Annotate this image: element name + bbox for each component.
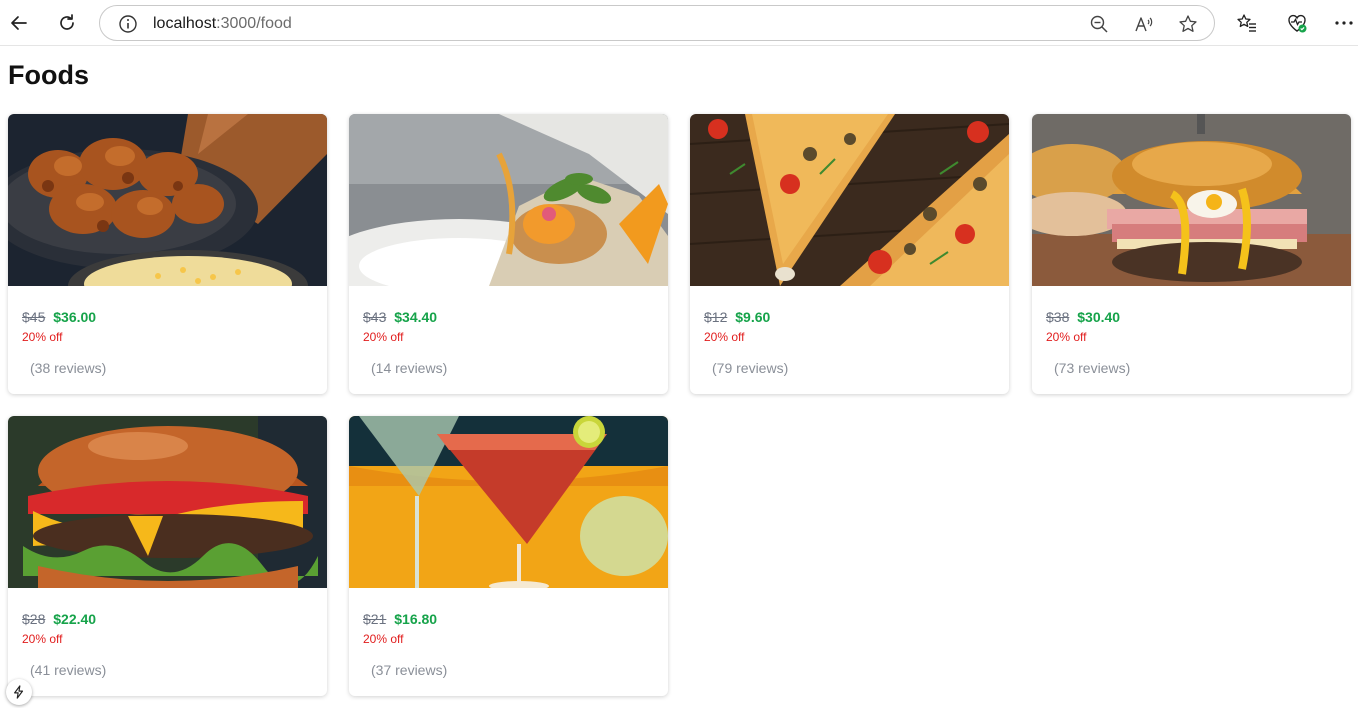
browser-essentials-icon [1288, 14, 1307, 33]
original-price: $12 [704, 309, 728, 325]
food-image-fried-chicken[interactable] [8, 114, 327, 286]
url-text[interactable]: localhost:3000/food [153, 15, 292, 33]
review-count: (14 reviews) [371, 360, 448, 376]
dev-tools-badge[interactable] [6, 679, 32, 705]
food-image-ham-egg-burger[interactable] [1032, 114, 1351, 286]
food-card[interactable]: $28 $22.40 20% off (41 reviews) [8, 416, 327, 696]
more-options-icon [1335, 21, 1353, 25]
sale-price: $34.40 [394, 309, 438, 325]
price-row: $28 $22.40 [22, 611, 96, 627]
price-row: $43 $34.40 [363, 309, 437, 325]
sale-price: $30.40 [1077, 309, 1121, 325]
page-title: Foods [8, 60, 89, 90]
favorites-list-icon [1237, 14, 1256, 32]
sale-price: $16.80 [394, 611, 438, 627]
back-button[interactable] [4, 8, 34, 38]
review-count: (38 reviews) [30, 360, 107, 376]
discount-label: 20% off [22, 330, 63, 344]
discount-label: 20% off [363, 632, 404, 646]
food-image-cocktail[interactable] [349, 416, 668, 588]
sale-price: $9.60 [735, 309, 771, 325]
refresh-icon [60, 14, 74, 30]
discount-label: 20% off [22, 632, 63, 646]
browser-toolbar: localhost:3000/food [0, 0, 1358, 46]
url-host: localhost [153, 15, 217, 32]
review-count: (79 reviews) [712, 360, 789, 376]
original-price: $28 [22, 611, 46, 627]
review-count: (73 reviews) [1054, 360, 1131, 376]
original-price: $38 [1046, 309, 1070, 325]
url-path: :3000/food [216, 15, 292, 32]
zoom-button[interactable] [1088, 13, 1110, 35]
food-card[interactable]: $45 $36.00 20% off (38 reviews) [8, 114, 327, 394]
zoom-out-icon [1090, 15, 1108, 33]
review-count: (41 reviews) [30, 662, 107, 678]
food-card[interactable]: $12 $9.60 20% off (79 reviews) [690, 114, 1009, 394]
discount-label: 20% off [704, 330, 745, 344]
food-image-pizza[interactable] [690, 114, 1009, 286]
original-price: $45 [22, 309, 46, 325]
sale-price: $36.00 [53, 309, 97, 325]
original-price: $43 [363, 309, 387, 325]
add-favorite-button[interactable] [1177, 13, 1199, 35]
favorite-star-icon [1179, 15, 1197, 32]
favorites-button[interactable] [1235, 11, 1259, 35]
browser-essentials-button[interactable] [1285, 11, 1309, 35]
price-row: $38 $30.40 [1046, 309, 1120, 325]
food-card[interactable]: $38 $30.40 20% off (73 reviews) [1032, 114, 1351, 394]
lightning-icon [14, 685, 24, 699]
price-row: $21 $16.80 [363, 611, 437, 627]
food-image-cheeseburger[interactable] [8, 416, 327, 588]
food-image-gourmet-plate[interactable] [349, 114, 668, 286]
address-bar[interactable]: localhost:3000/food [99, 5, 1215, 41]
sale-price: $22.40 [53, 611, 97, 627]
price-row: $45 $36.00 [22, 309, 96, 325]
refresh-button[interactable] [52, 8, 82, 38]
food-card[interactable]: $21 $16.80 20% off (37 reviews) [349, 416, 668, 696]
read-aloud-button[interactable] [1133, 13, 1155, 35]
read-aloud-icon [1135, 17, 1153, 32]
original-price: $21 [363, 611, 387, 627]
more-options-button[interactable] [1332, 11, 1356, 35]
back-arrow-icon [11, 16, 27, 30]
discount-label: 20% off [363, 330, 404, 344]
food-card[interactable]: $43 $34.40 20% off (14 reviews) [349, 114, 668, 394]
info-icon[interactable] [118, 14, 138, 34]
review-count: (37 reviews) [371, 662, 448, 678]
discount-label: 20% off [1046, 330, 1087, 344]
price-row: $12 $9.60 [704, 309, 770, 325]
